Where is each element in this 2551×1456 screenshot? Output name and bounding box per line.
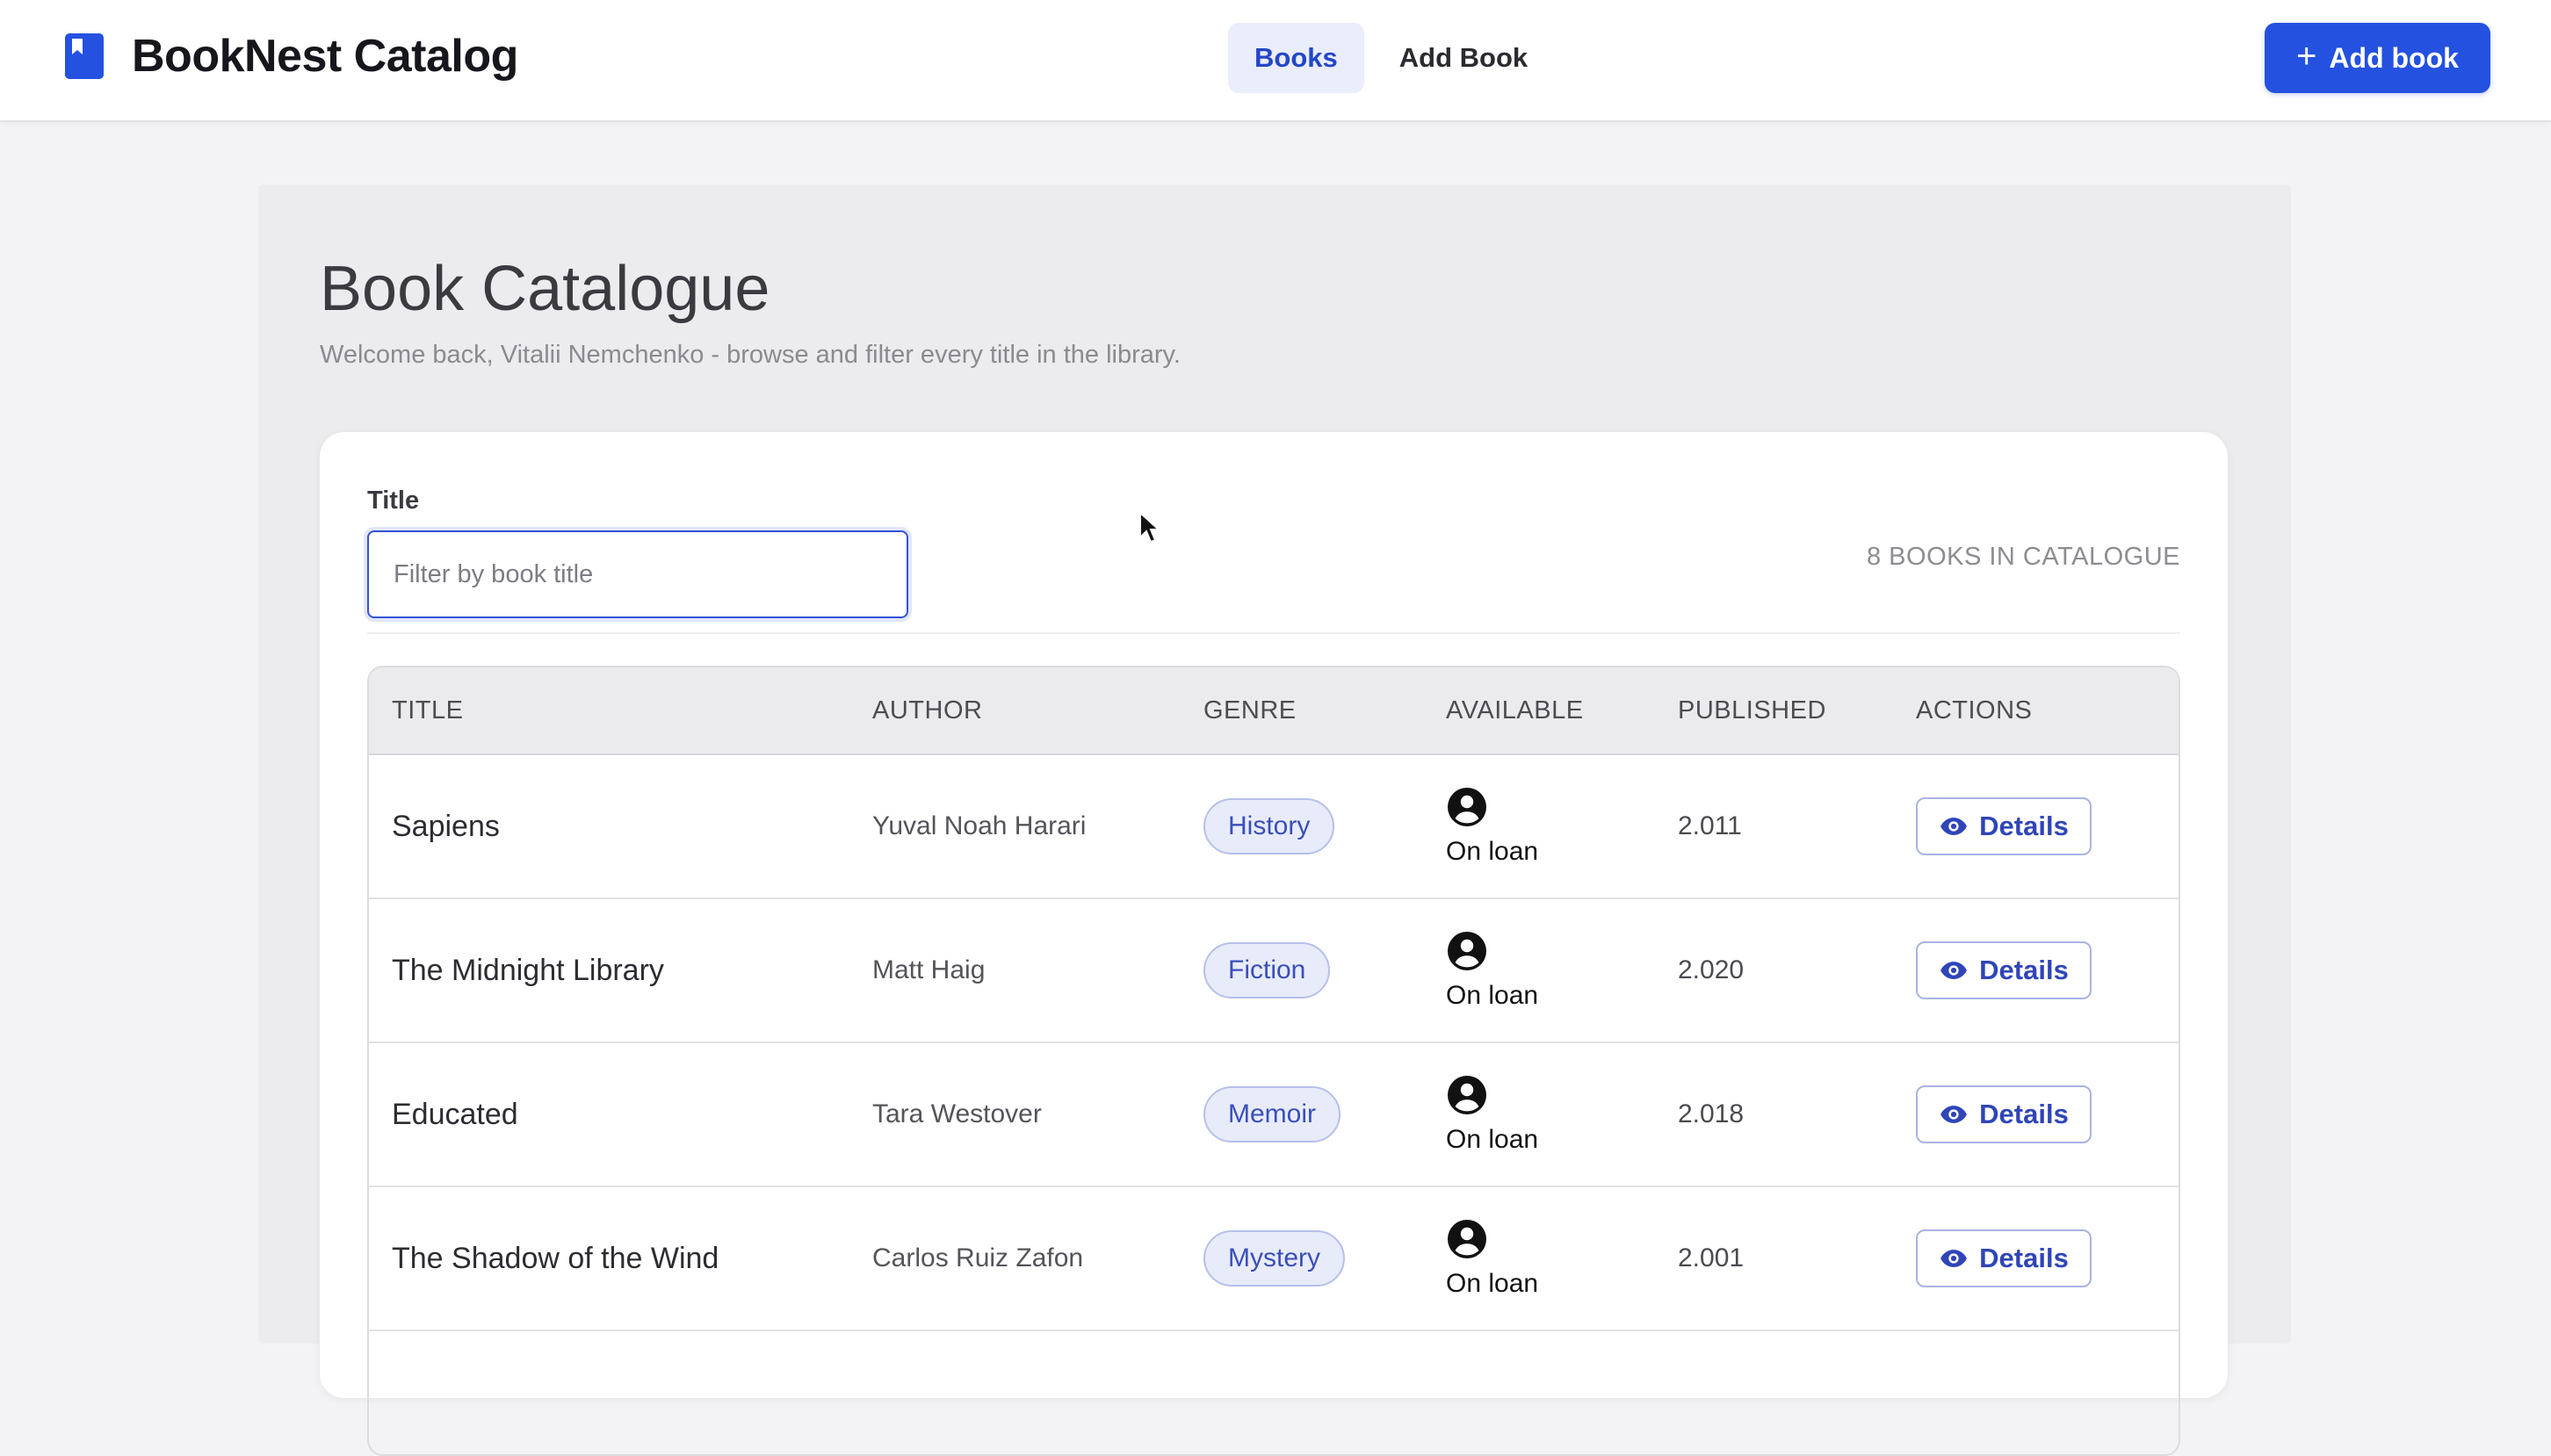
- table-row: The Shadow of the Wind Carlos Ruiz Zafon…: [369, 1187, 2179, 1331]
- header-title[interactable]: TITLE: [392, 696, 463, 725]
- details-button-label: Details: [1979, 955, 2069, 985]
- header-available[interactable]: AVAILABLE: [1446, 696, 1584, 725]
- availability-status: On loan: [1446, 981, 1539, 1010]
- details-button[interactable]: Details: [1916, 941, 2092, 999]
- details-button[interactable]: Details: [1916, 1229, 2092, 1287]
- genre-badge: Mystery: [1203, 1230, 1345, 1287]
- genre-badge: Memoir: [1203, 1086, 1341, 1142]
- details-button-label: Details: [1979, 811, 2069, 841]
- catalogue-card: Title 8 BOOKS IN CATALOGUE TITLE AUTHOR …: [320, 432, 2228, 1456]
- plus-icon: +: [2296, 37, 2317, 76]
- book-author: Matt Haig: [872, 955, 986, 984]
- details-button[interactable]: Details: [1916, 1085, 2092, 1143]
- availability: On loan: [1446, 1218, 1538, 1299]
- title-filter-input[interactable]: [367, 530, 908, 618]
- published-year: 2.011: [1678, 811, 1742, 840]
- book-title: The Shadow of the Wind: [392, 1241, 719, 1275]
- genre-badge: Fiction: [1203, 942, 1331, 998]
- book-author: Tara Westover: [872, 1099, 1042, 1128]
- divider: [367, 632, 2180, 634]
- eye-icon: [1940, 962, 1968, 979]
- user-circle-icon: [1448, 1220, 1486, 1258]
- availability-status: On loan: [1446, 1125, 1539, 1154]
- header-published[interactable]: PUBLISHED: [1678, 696, 1826, 725]
- header-genre[interactable]: GENRE: [1203, 696, 1297, 725]
- book-count: 8 BOOKS IN CATALOGUE: [1866, 543, 2180, 571]
- header-author[interactable]: AUTHOR: [872, 696, 982, 725]
- availability: On loan: [1446, 786, 1538, 867]
- published-year: 2.020: [1678, 955, 1745, 984]
- book-title: Sapiens: [392, 809, 500, 843]
- table-header: TITLE AUTHOR GENRE AVAILABLE PUBLISHED A…: [369, 667, 2179, 755]
- details-button-label: Details: [1979, 1243, 2069, 1273]
- book-title: The Midnight Library: [392, 953, 664, 987]
- main-content: Book Catalogue Welcome back, Vitalii Nem…: [258, 184, 2291, 1456]
- user-circle-icon: [1448, 1076, 1486, 1114]
- table-row: The Midnight Library Matt Haig Fiction O…: [369, 899, 2179, 1043]
- brand[interactable]: BookNest Catalog: [65, 30, 518, 83]
- top-navbar: BookNest Catalog Books Add Book + Add bo…: [0, 0, 2551, 122]
- published-year: 2.001: [1678, 1243, 1745, 1272]
- availability-status: On loan: [1446, 837, 1539, 866]
- details-button[interactable]: Details: [1916, 797, 2092, 855]
- eye-icon: [1940, 1250, 1968, 1267]
- availability: On loan: [1446, 1074, 1538, 1155]
- nav-item-add-book[interactable]: Add Book: [1373, 23, 1554, 93]
- details-button-label: Details: [1979, 1099, 2069, 1129]
- mouse-cursor-icon: [1139, 511, 1160, 544]
- add-book-button-label: Add book: [2329, 41, 2459, 74]
- bookmark-icon: [65, 33, 104, 79]
- brand-title: BookNest Catalog: [132, 31, 518, 82]
- eye-icon: [1940, 1106, 1968, 1123]
- nav-item-books[interactable]: Books: [1228, 23, 1364, 93]
- availability-status: On loan: [1446, 1269, 1539, 1298]
- book-author: Yuval Noah Harari: [872, 811, 1087, 840]
- published-year: 2.018: [1678, 1099, 1745, 1128]
- table-row: Sapiens Yuval Noah Harari History On loa…: [369, 755, 2179, 899]
- book-title: Educated: [392, 1097, 518, 1131]
- availability: On loan: [1446, 930, 1538, 1011]
- filter-label: Title: [367, 487, 420, 515]
- book-author: Carlos Ruiz Zafon: [872, 1243, 1084, 1272]
- user-circle-icon: [1448, 932, 1486, 970]
- page-title: Book Catalogue: [320, 254, 770, 324]
- genre-badge: History: [1203, 798, 1335, 854]
- books-table: TITLE AUTHOR GENRE AVAILABLE PUBLISHED A…: [367, 666, 2180, 1456]
- header-actions: ACTIONS: [1916, 696, 2033, 724]
- main-nav: Books Add Book: [1228, 23, 1563, 93]
- table-row: Educated Tara Westover Memoir On loan 2.…: [369, 1043, 2179, 1187]
- user-circle-icon: [1448, 788, 1486, 826]
- eye-icon: [1940, 818, 1968, 835]
- page-subtitle: Welcome back, Vitalii Nemchenko - browse…: [320, 341, 1181, 369]
- add-book-button[interactable]: + Add book: [2265, 23, 2490, 93]
